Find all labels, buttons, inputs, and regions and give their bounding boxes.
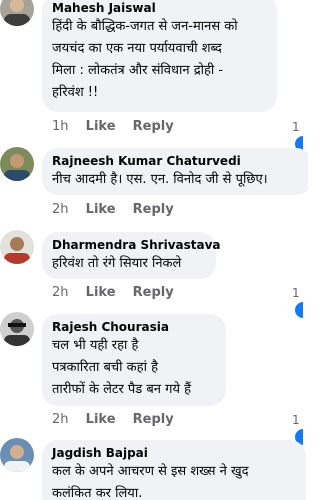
comment-line: कलंकित कर लिया. [52,486,143,500]
comment-line: हिंदी के बौद्धिक-जगत से जन-मानस को [52,19,238,34]
user-avatar-image [0,147,34,181]
comment-timestamp[interactable]: 2h [52,412,69,428]
reply-button[interactable]: Reply [133,285,174,301]
comment-feed: Mahesh Jaiswal हिंदी के बौद्धिक-जगत से ज… [0,0,308,500]
comment-line: पत्रकारिता बची कहां है [52,360,158,375]
reply-button[interactable]: Reply [133,202,174,218]
avatar[interactable] [0,312,34,346]
comment-item: Rajneesh Kumar Chaturvedi नीच आदमी है। ए… [0,145,308,225]
comment-timestamp[interactable]: 1h [52,119,69,135]
comment-bubble: Jagdish Bajpai कल के अपने आचरण से इस शख्… [42,440,306,500]
avatar[interactable] [0,230,34,264]
comment-line: हरिवंश तो रंगे सियार निकले [52,256,182,271]
comment-author[interactable]: Rajneesh Kumar Chaturvedi [52,154,302,169]
comment-item: Mahesh Jaiswal हिंदी के बौद्धिक-जगत से ज… [0,0,308,152]
like-button[interactable]: Like [86,412,116,428]
comment-bubble: Rajesh Chourasia चल भी यही रहा है पत्रका… [42,314,226,406]
comment-actions: 2h Like Reply [52,285,187,301]
like-button[interactable]: Like [86,202,116,218]
comment-timestamp[interactable]: 2h [52,285,69,301]
comment-line: मिला : लोकतंत्र और संविधान द्रोही - [52,63,224,78]
user-avatar-image [0,312,34,346]
comment-author[interactable]: Jagdish Bajpai [52,446,296,461]
user-avatar-image [0,230,34,264]
comment-actions: 2h Like Reply [52,202,187,218]
comment-item: Jagdish Bajpai कल के अपने आचरण से इस शख्… [0,436,308,500]
user-avatar-image [0,0,34,26]
comment-item: Dharmendra Shrivastava हरिवंश तो रंगे सि… [0,228,308,318]
comment-actions: 2h Like Reply [52,412,187,428]
user-avatar-image [0,438,34,472]
comment-bubble: Mahesh Jaiswal हिंदी के बौद्धिक-जगत से ज… [42,0,277,112]
comment-timestamp[interactable]: 2h [52,202,69,218]
comment-actions: 1h Like Reply [52,119,187,135]
reply-button[interactable]: Reply [133,412,174,428]
like-button[interactable]: Like [86,119,116,135]
comment-item: Rajesh Chourasia चल भी यही रहा है पत्रका… [0,311,308,445]
comment-line: तारीफों के लेटर पैड बन गये हैं [52,382,192,397]
like-button[interactable]: Like [86,285,116,301]
reply-button[interactable]: Reply [133,119,174,135]
comment-author[interactable]: Dharmendra Shrivastava [52,238,221,253]
comment-line: नीच आदमी है। एस. एन. विनोद जी से पूछिए। [52,172,268,187]
comment-bubble: Dharmendra Shrivastava हरिवंश तो रंगे सि… [42,232,221,279]
comment-line: कल के अपने आचरण से इस शख्स ने खुद [52,464,249,479]
comment-author[interactable]: Rajesh Chourasia [52,320,216,335]
comment-line: जयचंद का एक नया पर्यायवाची शब्द [52,41,222,56]
comment-line: हरिवंश !! [52,85,99,100]
avatar[interactable] [0,438,34,472]
comment-bubble: Rajneesh Kumar Chaturvedi नीच आदमी है। ए… [42,148,308,195]
comment-line: चल भी यही रहा है [52,338,139,353]
comment-author[interactable]: Mahesh Jaiswal [52,1,267,16]
avatar[interactable] [0,147,34,181]
avatar[interactable] [0,0,34,26]
